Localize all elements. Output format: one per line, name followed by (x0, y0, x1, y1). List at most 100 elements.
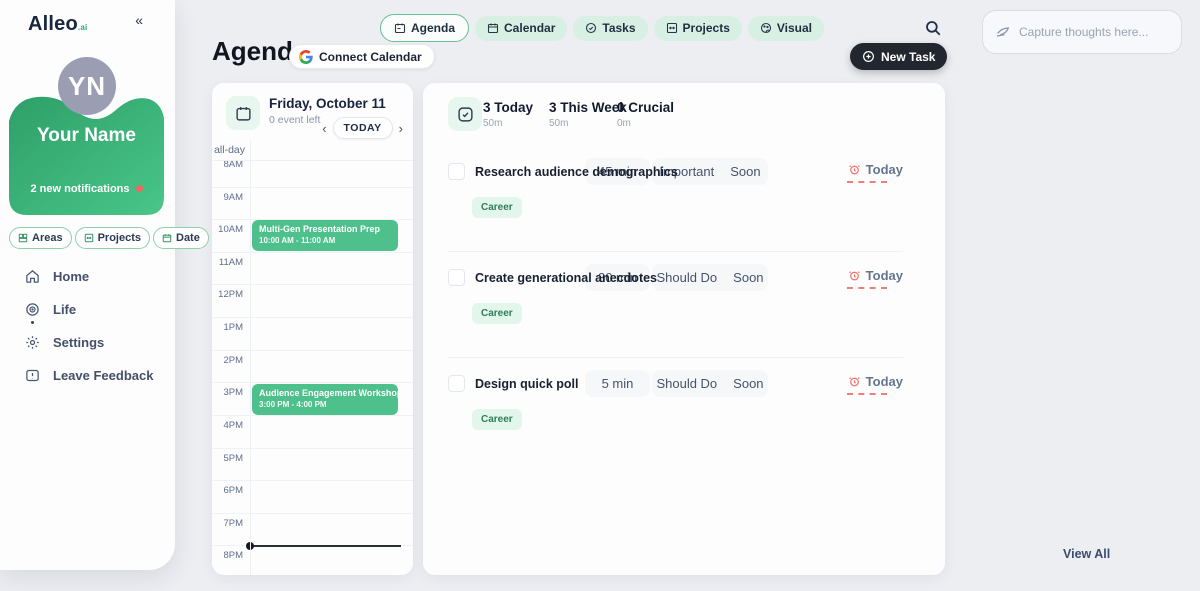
prev-day-button[interactable]: ‹ (322, 122, 326, 135)
agenda-calendar-card: Friday, October 11 0 event left ‹ TODAY … (212, 83, 413, 575)
filter-areas-button[interactable]: Areas (9, 227, 72, 249)
target-icon (25, 302, 40, 317)
task-due-badge[interactable]: Today (848, 374, 903, 389)
task-tag[interactable]: Career (472, 303, 522, 324)
hour-label: 6PM (212, 485, 243, 496)
capture-thoughts-input[interactable] (1019, 25, 1169, 39)
task-priority-pill[interactable]: Should Do Soon (652, 370, 768, 397)
sidebar-item-feedback[interactable]: Leave Feedback (25, 365, 153, 385)
notifications-text[interactable]: 2 new notifications (9, 183, 164, 195)
new-task-label: New Task (881, 50, 935, 64)
tab-calendar[interactable]: Calendar (475, 16, 567, 41)
task-duration-pill[interactable]: 5 min (585, 370, 650, 397)
task-priority-pill[interactable]: Should Do Soon (652, 264, 768, 291)
tab-agenda[interactable]: Agenda (380, 14, 469, 42)
sidebar-item-settings-label: Settings (53, 335, 104, 350)
tab-visual[interactable]: Visual (748, 16, 824, 41)
task-title[interactable]: Research audience demographics (475, 165, 678, 179)
hour-label: 9AM (212, 192, 243, 203)
google-icon (299, 50, 313, 64)
hour-row[interactable]: 12PM (212, 284, 413, 317)
calendar-event[interactable]: Multi-Gen Presentation Prep 10:00 AM - 1… (252, 220, 398, 251)
task-row: Create generational anecdotes 30 min Sho… (423, 251, 945, 357)
event-time: 10:00 AM - 11:00 AM (259, 236, 391, 245)
hour-label: 10AM (212, 224, 243, 235)
tab-tasks[interactable]: Tasks (573, 16, 647, 41)
new-task-button[interactable]: New Task (850, 43, 947, 70)
gear-icon (25, 335, 40, 350)
top-nav: Agenda Calendar Tasks Projects Visual (380, 14, 824, 42)
hour-row[interactable]: 9AM (212, 187, 413, 220)
task-due-badge[interactable]: Today (848, 268, 903, 283)
hour-row[interactable]: 5PM (212, 448, 413, 481)
app-logo: Alleo.ai (28, 13, 87, 36)
notification-dot (136, 185, 143, 192)
task-tag[interactable]: Career (472, 197, 522, 218)
connect-calendar-button[interactable]: Connect Calendar (289, 44, 435, 69)
notifications-label: 2 new notifications (30, 183, 129, 195)
filter-projects-button[interactable]: Projects (75, 227, 150, 249)
logo-suffix: .ai (78, 23, 88, 32)
sidebar-item-home[interactable]: Home (25, 266, 153, 286)
hour-label: 8PM (212, 550, 243, 561)
quill-icon (995, 24, 1011, 40)
hour-row[interactable]: 7PM (212, 513, 413, 546)
view-all-link[interactable]: View All (1063, 547, 1110, 561)
task-due-badge[interactable]: Today (848, 162, 903, 177)
task-checkbox[interactable] (448, 163, 465, 180)
stat-crucial-count: 0 Crucial (617, 100, 674, 115)
sidebar-item-feedback-label: Leave Feedback (53, 368, 153, 383)
stat-today-count: 3 Today (483, 100, 533, 115)
areas-icon (18, 233, 28, 243)
tab-visual-label: Visual (777, 21, 812, 35)
capture-thoughts-box[interactable] (982, 10, 1182, 54)
tasks-icon (585, 22, 597, 34)
event-title: Multi-Gen Presentation Prep (259, 224, 391, 234)
task-urgency: Soon (733, 376, 763, 391)
hour-row[interactable]: 6PM (212, 480, 413, 513)
hour-row[interactable]: 2PM (212, 350, 413, 383)
task-row: Design quick poll 5 min Should Do Soon T… (423, 357, 945, 463)
filter-date-button[interactable]: Date (153, 227, 209, 249)
stat-crucial-duration: 0m (617, 118, 674, 129)
task-checkbox[interactable] (448, 269, 465, 286)
agenda-icon (394, 22, 406, 34)
task-due-label: Today (866, 374, 903, 389)
sidebar-filters: Areas Projects Date (9, 227, 209, 249)
filter-date-label: Date (176, 232, 200, 244)
due-underline (847, 393, 887, 395)
hour-label: 11AM (212, 257, 243, 268)
hour-label: 3PM (212, 387, 243, 398)
task-tag[interactable]: Career (472, 409, 522, 430)
calendar-nav: ‹ TODAY › (322, 117, 403, 139)
task-title[interactable]: Create generational anecdotes (475, 271, 657, 285)
hour-label: 7PM (212, 518, 243, 529)
tab-projects[interactable]: Projects (654, 16, 742, 41)
hour-row[interactable]: 1PM (212, 317, 413, 350)
event-title: Audience Engagement Workshop (259, 388, 391, 398)
sidebar-item-settings[interactable]: Settings (25, 332, 153, 352)
task-checkbox[interactable] (448, 375, 465, 392)
avatar[interactable]: YN (58, 57, 116, 115)
sidebar-item-life[interactable]: Life (25, 299, 153, 319)
hour-row[interactable]: 4PM (212, 415, 413, 448)
visual-icon (760, 22, 772, 34)
app-window: Alleo.ai « YN Your Name 2 new notificati… (0, 0, 1200, 591)
sidebar-collapse-icon[interactable]: « (135, 12, 143, 28)
today-button[interactable]: TODAY (333, 117, 393, 139)
search-icon[interactable] (924, 19, 942, 42)
stat-week-count: 3 This Week (549, 100, 627, 115)
task-title[interactable]: Design quick poll (475, 377, 579, 391)
hour-row[interactable]: 11AM (212, 252, 413, 285)
hour-row[interactable]: 8PM (212, 545, 413, 575)
stat-crucial: 0 Crucial 0m (617, 100, 674, 129)
alarm-icon (848, 269, 861, 282)
next-day-button[interactable]: › (399, 122, 403, 135)
hour-label: 1PM (212, 322, 243, 333)
sidebar-item-life-label: Life (53, 302, 76, 317)
calendar-event[interactable]: Audience Engagement Workshop 3:00 PM - 4… (252, 384, 398, 415)
task-due-label: Today (866, 268, 903, 283)
alarm-icon (848, 375, 861, 388)
hour-label: 5PM (212, 453, 243, 464)
home-icon (25, 269, 40, 284)
